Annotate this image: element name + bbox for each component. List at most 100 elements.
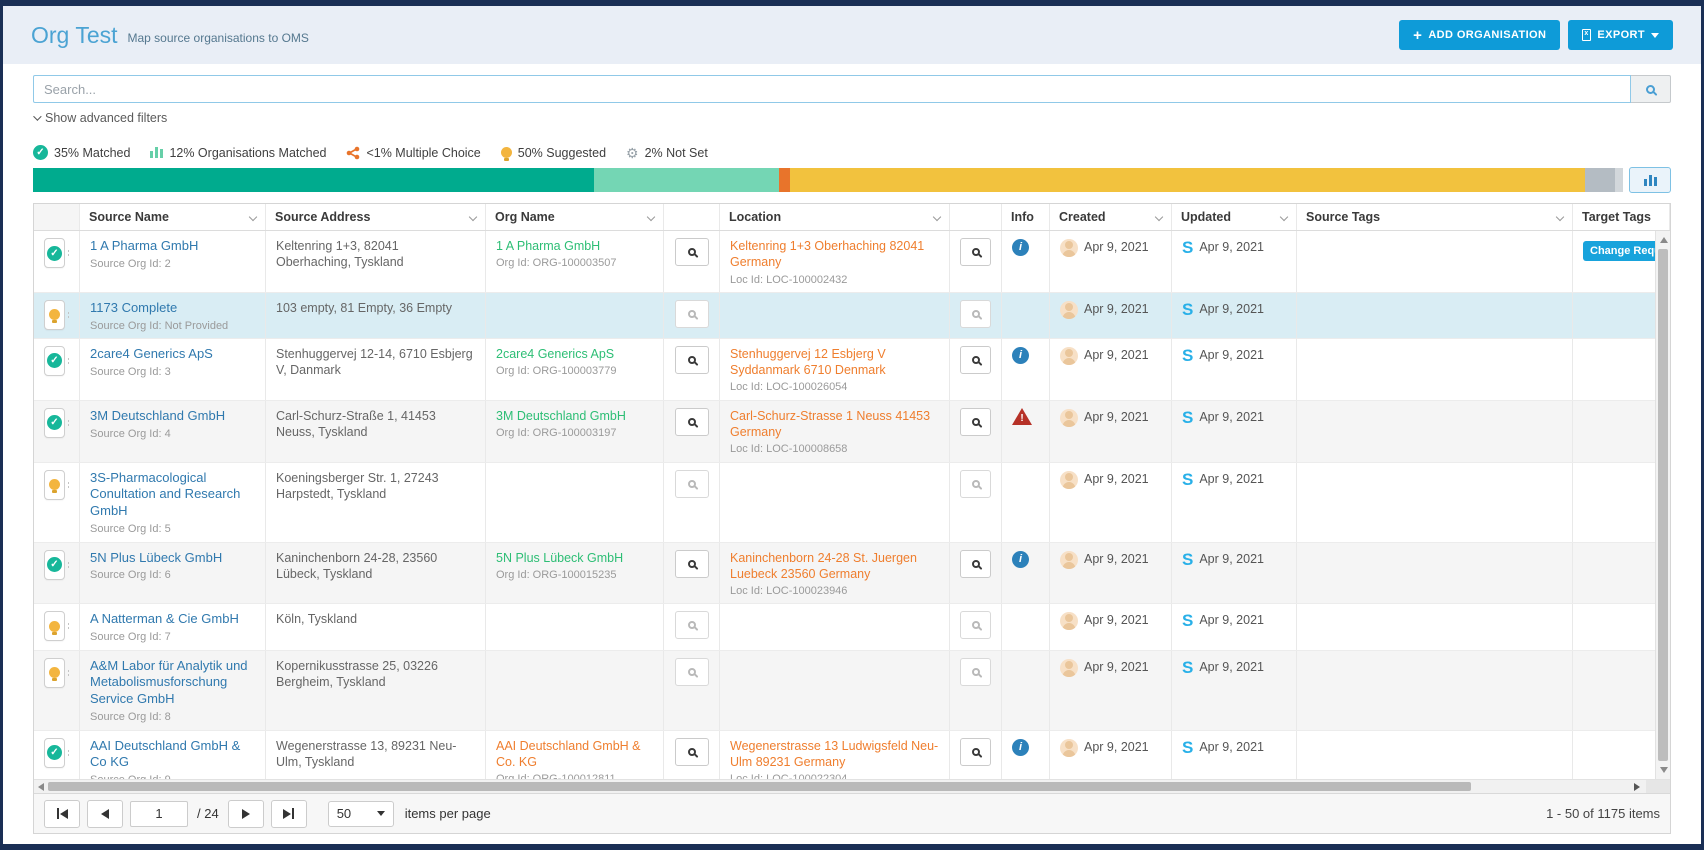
bar-chart-icon <box>150 147 163 158</box>
org-search-button[interactable] <box>675 658 709 686</box>
show-advanced-filters-toggle[interactable]: Show advanced filters <box>33 111 167 125</box>
scroll-right-arrow-icon[interactable] <box>1634 783 1640 791</box>
location-search-button[interactable] <box>960 238 991 266</box>
previous-page-button[interactable] <box>87 800 123 828</box>
column-menu-icon[interactable] <box>1556 213 1564 221</box>
last-page-button[interactable] <box>271 800 307 828</box>
next-page-button[interactable] <box>228 800 264 828</box>
org-search-button[interactable] <box>675 346 709 374</box>
sync-source-icon: S <box>1182 409 1193 427</box>
location-search-button[interactable] <box>960 738 991 766</box>
search-icon <box>688 621 696 629</box>
info-cell: i <box>1002 543 1050 604</box>
status-cell: ✓ <box>34 231 80 292</box>
location-search-button[interactable] <box>960 550 991 578</box>
created-cell: Apr 9, 2021 <box>1050 543 1172 604</box>
location-search-button[interactable] <box>960 658 991 686</box>
org-search-button[interactable] <box>675 238 709 266</box>
column-menu-icon[interactable] <box>933 213 941 221</box>
source-name-link[interactable]: 2care4 Generics ApS <box>90 346 255 363</box>
status-cell: ✓ <box>34 401 80 462</box>
chart-view-button[interactable] <box>1629 167 1671 193</box>
user-avatar-icon <box>1060 551 1078 569</box>
column-menu-icon[interactable] <box>249 213 257 221</box>
suggested-status-button[interactable] <box>44 470 65 500</box>
col-source-name[interactable]: Source Name <box>80 204 266 230</box>
previous-page-icon <box>101 809 109 819</box>
location-search-button[interactable] <box>960 408 991 436</box>
location-cell: Kaninchenborn 24-28 St. Juergen Luebeck … <box>720 543 950 604</box>
info-icon[interactable]: i <box>1012 239 1029 256</box>
source-name-link[interactable]: AAI Deutschland GmbH & Co KG <box>90 738 255 772</box>
grid-header-row: Source Name Source Address Org Name Loca… <box>34 204 1670 231</box>
warning-icon[interactable] <box>1012 408 1032 425</box>
org-search-button[interactable] <box>675 611 709 639</box>
org-search-button[interactable] <box>675 300 709 328</box>
matched-status-button[interactable]: ✓ <box>44 550 65 580</box>
segment-organisations-matched <box>594 168 778 192</box>
first-page-button[interactable] <box>44 800 80 828</box>
col-org-name[interactable]: Org Name <box>486 204 664 230</box>
matched-status-button[interactable]: ✓ <box>44 738 65 768</box>
col-source-address[interactable]: Source Address <box>266 204 486 230</box>
org-name-cell <box>486 293 664 338</box>
chevron-down-icon <box>377 811 385 816</box>
vertical-scrollbar[interactable] <box>1655 231 1670 779</box>
search-input[interactable] <box>33 75 1631 103</box>
col-location[interactable]: Location <box>720 204 950 230</box>
source-name-link[interactable]: A Natterman & Cie GmbH <box>90 611 255 628</box>
sync-source-icon: S <box>1182 612 1193 630</box>
horizontal-scroll-thumb[interactable] <box>48 782 1471 791</box>
page-size-select[interactable]: 50 <box>328 801 394 827</box>
source-name-link[interactable]: 1173 Complete <box>90 300 255 317</box>
source-name-link[interactable]: 3S-Pharmacological Conultation and Resea… <box>90 470 255 521</box>
vertical-scroll-thumb[interactable] <box>1658 249 1668 761</box>
search-button[interactable] <box>1631 75 1671 103</box>
search-icon <box>972 310 980 318</box>
scroll-up-arrow-icon[interactable] <box>1660 237 1668 243</box>
org-search-button[interactable] <box>675 470 709 498</box>
org-search-button[interactable] <box>675 550 709 578</box>
org-search-cell <box>664 231 720 292</box>
col-updated[interactable]: Updated <box>1172 204 1297 230</box>
col-source-tags[interactable]: Source Tags <box>1297 204 1573 230</box>
col-created[interactable]: Created <box>1050 204 1172 230</box>
org-search-button[interactable] <box>675 408 709 436</box>
source-name-link[interactable]: A&M Labor für Analytik und Metabolismusf… <box>90 658 255 709</box>
column-menu-icon[interactable] <box>469 213 477 221</box>
page-number-input[interactable] <box>130 801 188 827</box>
suggested-status-button[interactable] <box>44 658 65 688</box>
org-name-cell <box>486 651 664 730</box>
source-tags-cell <box>1297 293 1573 338</box>
location-search-button[interactable] <box>960 346 991 374</box>
matched-status-button[interactable]: ✓ <box>44 408 65 438</box>
scroll-down-arrow-icon[interactable] <box>1660 767 1668 773</box>
info-icon[interactable]: i <box>1012 347 1029 364</box>
add-organisation-button[interactable]: + ADD ORGANISATION <box>1399 20 1560 50</box>
suggested-status-button[interactable] <box>44 611 65 641</box>
column-menu-icon[interactable] <box>647 213 655 221</box>
matched-status-button[interactable]: ✓ <box>44 238 65 268</box>
export-button[interactable]: EXPORT <box>1568 20 1673 50</box>
column-menu-icon[interactable] <box>1280 213 1288 221</box>
created-cell: Apr 9, 2021 <box>1050 651 1172 730</box>
location-search-button[interactable] <box>960 470 991 498</box>
org-name-cell: 5N Plus Lübeck GmbHOrg Id: ORG-100015235 <box>486 543 664 604</box>
scroll-left-arrow-icon[interactable] <box>38 783 44 791</box>
source-name-link[interactable]: 3M Deutschland GmbH <box>90 408 255 425</box>
horizontal-scrollbar[interactable] <box>34 779 1670 793</box>
segment-suggested <box>790 168 1585 192</box>
info-icon[interactable]: i <box>1012 551 1029 568</box>
suggested-status-button[interactable] <box>44 300 65 330</box>
matched-status-button[interactable]: ✓ <box>44 346 65 376</box>
location-search-button[interactable] <box>960 611 991 639</box>
location-search-button[interactable] <box>960 300 991 328</box>
info-icon[interactable]: i <box>1012 739 1029 756</box>
org-search-button[interactable] <box>675 738 709 766</box>
source-address-cell: Kaninchenborn 24-28, 23560 Lübeck, Tyskl… <box>266 543 486 604</box>
source-name-cell: 3M Deutschland GmbHSource Org Id: 4 <box>80 401 266 462</box>
legend-not-set-label: 2% Not Set <box>645 146 708 160</box>
column-menu-icon[interactable] <box>1155 213 1163 221</box>
source-name-link[interactable]: 5N Plus Lübeck GmbH <box>90 550 255 567</box>
source-name-link[interactable]: 1 A Pharma GmbH <box>90 238 255 255</box>
